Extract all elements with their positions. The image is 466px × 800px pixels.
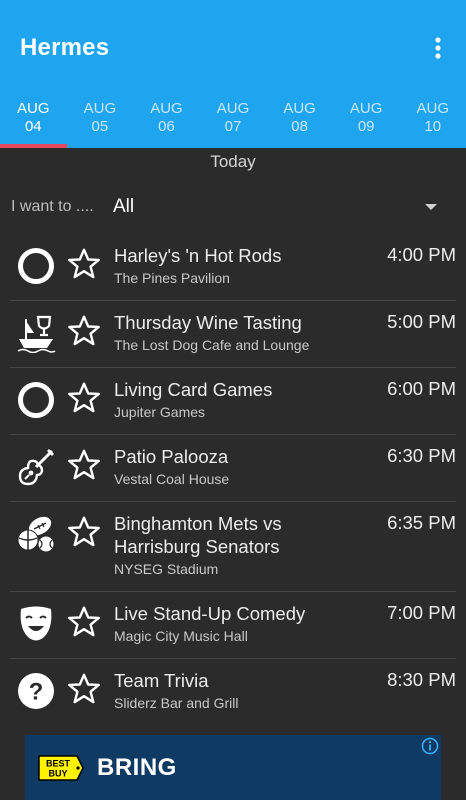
event-row[interactable]: Living Card Games Jupiter Games 6:00 PM bbox=[10, 368, 456, 435]
tab-month: AUG bbox=[416, 100, 450, 117]
filter-row: I want to .... All bbox=[0, 188, 466, 226]
date-tab[interactable]: AUG 06 bbox=[133, 96, 200, 148]
filter-label: I want to .... bbox=[11, 198, 94, 215]
favorite-star-icon[interactable] bbox=[62, 301, 106, 349]
event-time: 7:00 PM bbox=[387, 602, 456, 623]
date-tab[interactable]: AUG 05 bbox=[67, 96, 134, 148]
ring-icon bbox=[10, 368, 62, 420]
event-time: 6:00 PM bbox=[387, 378, 456, 399]
date-tab[interactable]: AUG 10 bbox=[399, 96, 466, 148]
favorite-star-icon[interactable] bbox=[62, 368, 106, 416]
tab-month: AUG bbox=[83, 100, 117, 117]
date-tab[interactable]: AUG 04 bbox=[0, 96, 67, 148]
tab-month: AUG bbox=[283, 100, 316, 117]
event-row[interactable]: Thursday Wine Tasting The Lost Dog Cafe a… bbox=[10, 301, 456, 368]
event-row[interactable]: ? Team Trivia Sliderz Bar and Grill 8:30 PM bbox=[10, 659, 456, 726]
overflow-menu-button[interactable] bbox=[426, 28, 450, 68]
sports-balls-icon bbox=[10, 502, 62, 554]
event-title: Thursday Wine Tasting bbox=[114, 312, 302, 333]
more-vert-icon bbox=[435, 37, 441, 59]
event-info: Live Stand-Up Comedy Magic City Music Hal… bbox=[106, 592, 366, 644]
event-venue: The Lost Dog Cafe and Lounge bbox=[114, 337, 310, 353]
date-tab[interactable]: AUG 07 bbox=[200, 96, 267, 148]
event-info: Harley's 'n Hot Rods The Pines Pavilion bbox=[106, 234, 366, 286]
event-venue: Sliderz Bar and Grill bbox=[114, 695, 239, 711]
event-title: Team Trivia bbox=[114, 670, 209, 691]
event-venue: Magic City Music Hall bbox=[114, 628, 248, 644]
dropdown-arrow-icon bbox=[425, 204, 437, 210]
event-info: Binghamton Mets vs Harrisburg Senators NY… bbox=[106, 502, 366, 577]
category-dropdown[interactable]: All bbox=[113, 196, 443, 218]
favorite-star-icon[interactable] bbox=[62, 659, 106, 707]
event-time: 5:00 PM bbox=[387, 311, 456, 332]
favorite-star-icon[interactable] bbox=[62, 435, 106, 483]
event-title: Live Stand-Up Comedy bbox=[114, 603, 306, 624]
event-title: Binghamton Mets vs Harrisburg Senators bbox=[114, 513, 282, 557]
event-info: Patio Palooza Vestal Coal House bbox=[106, 435, 366, 487]
ad-banner[interactable]: BEST BUY BRING bbox=[25, 735, 441, 800]
event-row[interactable]: Live Stand-Up Comedy Magic City Music Hal… bbox=[10, 592, 456, 659]
svg-text:?: ? bbox=[29, 679, 44, 706]
tab-day: 10 bbox=[424, 118, 442, 135]
ad-text: BRING bbox=[97, 753, 177, 781]
theater-mask-icon bbox=[10, 592, 62, 644]
event-venue: NYSEG Stadium bbox=[114, 561, 219, 577]
event-info: Living Card Games Jupiter Games bbox=[106, 368, 366, 420]
tab-month: AUG bbox=[17, 100, 50, 117]
date-tabs: AUG 04 AUG 05 AUG 06 AUG 07 AUG 08 AUG 09 AUG 10 bbox=[0, 96, 466, 148]
favorite-star-icon[interactable] bbox=[62, 234, 106, 282]
question-icon: ? bbox=[10, 659, 62, 711]
tab-day: 05 bbox=[91, 118, 109, 135]
event-title: Patio Palooza bbox=[114, 446, 229, 467]
event-row[interactable]: Harley's 'n Hot Rods The Pines Pavilion 4:… bbox=[10, 234, 456, 301]
event-time: 6:35 PM bbox=[387, 512, 456, 533]
event-title: Harley's 'n Hot Rods bbox=[114, 245, 282, 266]
tab-day: 07 bbox=[224, 118, 242, 135]
event-list: Harley's 'n Hot Rods The Pines Pavilion 4:… bbox=[10, 234, 456, 726]
svg-text:BEST: BEST bbox=[46, 758, 71, 768]
tab-month: AUG bbox=[150, 100, 183, 117]
favorite-star-icon[interactable] bbox=[62, 502, 106, 550]
event-row[interactable]: Binghamton Mets vs Harrisburg Senators NY… bbox=[10, 502, 456, 592]
ring-icon bbox=[10, 234, 62, 286]
guitar-icon bbox=[10, 435, 62, 487]
event-time: 4:00 PM bbox=[387, 244, 456, 265]
category-dropdown-value: All bbox=[113, 196, 135, 217]
tab-day: 08 bbox=[291, 118, 308, 135]
tab-day: 06 bbox=[158, 118, 175, 135]
event-time: 6:30 PM bbox=[387, 445, 456, 466]
event-venue: The Pines Pavilion bbox=[114, 270, 230, 286]
event-info: Team Trivia Sliderz Bar and Grill bbox=[106, 659, 366, 711]
event-title: Living Card Games bbox=[114, 379, 273, 400]
tab-month: AUG bbox=[216, 100, 250, 117]
date-tab[interactable]: AUG 08 bbox=[266, 96, 333, 148]
bestbuy-logo: BEST BUY bbox=[38, 754, 84, 781]
event-venue: Jupiter Games bbox=[114, 404, 206, 420]
event-info: Thursday Wine Tasting The Lost Dog Cafe a… bbox=[106, 301, 366, 353]
tab-day: 04 bbox=[24, 118, 42, 135]
event-row[interactable]: Patio Palooza Vestal Coal House 6:30 PM bbox=[10, 435, 456, 502]
svg-text:BUY: BUY bbox=[48, 768, 67, 778]
event-venue: Vestal Coal House bbox=[114, 471, 230, 487]
event-time: 8:30 PM bbox=[387, 669, 456, 690]
date-tab[interactable]: AUG 09 bbox=[333, 96, 400, 148]
favorite-star-icon[interactable] bbox=[62, 592, 106, 640]
day-header: Today bbox=[210, 152, 256, 171]
tab-day: 09 bbox=[357, 118, 375, 135]
wine-boat-icon bbox=[10, 301, 62, 353]
ad-info-icon[interactable] bbox=[421, 737, 439, 755]
tab-month: AUG bbox=[349, 100, 383, 117]
app-title: Hermes bbox=[20, 34, 110, 61]
